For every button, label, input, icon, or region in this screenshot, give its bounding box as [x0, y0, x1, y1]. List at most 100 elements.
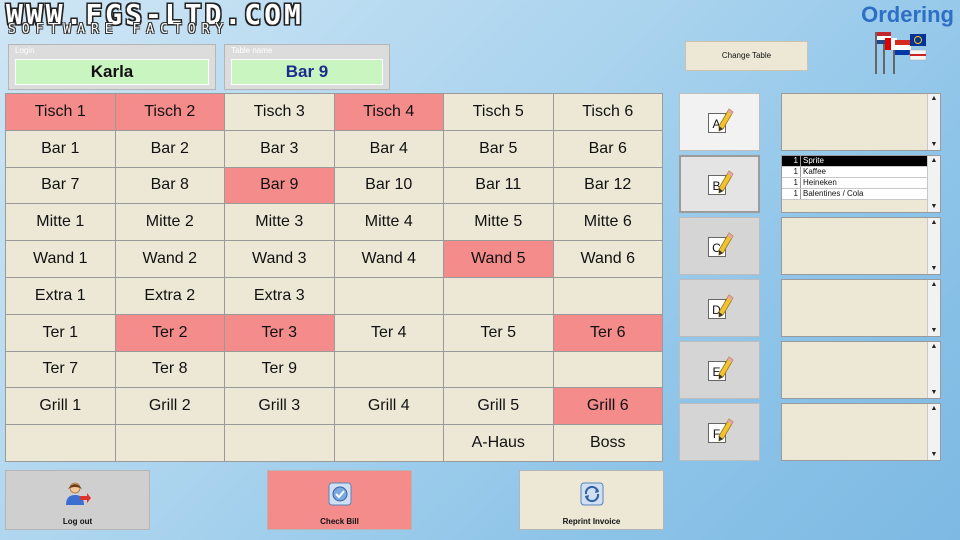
category-button-c[interactable]: C: [679, 217, 760, 275]
pencil-icon: [718, 232, 734, 256]
table-button[interactable]: Mitte 1: [6, 204, 115, 241]
scroll-up-icon[interactable]: ▲: [931, 218, 938, 228]
scrollbar[interactable]: ▲ ▼: [927, 280, 940, 336]
table-button[interactable]: Bar 3: [225, 130, 334, 167]
table-name-label: Table name: [231, 46, 273, 55]
table-button[interactable]: Bar 1: [6, 130, 115, 167]
table-button[interactable]: Boss: [553, 425, 662, 461]
table-button[interactable]: Wand 1: [6, 241, 115, 277]
scroll-down-icon[interactable]: ▼: [931, 264, 938, 274]
table-button[interactable]: Wand 5: [444, 241, 553, 277]
scrollbar[interactable]: ▲ ▼: [927, 342, 940, 398]
table-button[interactable]: Bar 7: [6, 167, 115, 204]
logout-button[interactable]: Log out: [5, 470, 150, 530]
table-button[interactable]: Extra 2: [115, 277, 224, 314]
scroll-up-icon[interactable]: ▲: [931, 156, 938, 166]
table-button[interactable]: Wand 2: [115, 241, 224, 277]
table-button[interactable]: Grill 3: [225, 388, 334, 425]
table-button[interactable]: Bar 8: [115, 167, 224, 204]
scrollbar[interactable]: ▲ ▼: [927, 94, 940, 150]
order-item[interactable]: 1 Balentines / Cola: [782, 189, 928, 200]
order-list-e[interactable]: ▲ ▼: [781, 341, 941, 399]
table-button[interactable]: Bar 10: [334, 167, 443, 204]
table-button[interactable]: Bar 9: [225, 167, 334, 204]
table-button[interactable]: Ter 5: [444, 314, 553, 351]
table-button[interactable]: Mitte 3: [225, 204, 334, 241]
logout-user-icon: [65, 482, 91, 505]
login-panel: Login Karla: [8, 44, 216, 90]
table-button[interactable]: Grill 6: [553, 388, 662, 425]
scroll-up-icon[interactable]: ▲: [931, 404, 938, 414]
table-button[interactable]: Ter 2: [115, 314, 224, 351]
login-field[interactable]: Karla: [15, 59, 209, 85]
empty-table-slot: [334, 351, 443, 388]
scroll-down-icon[interactable]: ▼: [931, 140, 938, 150]
table-button[interactable]: Ter 8: [115, 351, 224, 388]
order-list-f[interactable]: ▲ ▼: [781, 403, 941, 461]
table-name-field[interactable]: Bar 9: [231, 59, 383, 85]
table-button[interactable]: Ter 3: [225, 314, 334, 351]
table-button[interactable]: Grill 2: [115, 388, 224, 425]
table-button[interactable]: Ter 6: [553, 314, 662, 351]
table-button[interactable]: Bar 5: [444, 130, 553, 167]
scroll-up-icon[interactable]: ▲: [931, 94, 938, 104]
table-button[interactable]: Tisch 2: [115, 94, 224, 130]
table-button[interactable]: Mitte 5: [444, 204, 553, 241]
order-list-a[interactable]: ▲ ▼: [781, 93, 941, 151]
category-button-a[interactable]: A: [679, 93, 760, 151]
category-button-f[interactable]: F: [679, 403, 760, 461]
language-flags-icon[interactable]: [870, 28, 932, 76]
scroll-down-icon[interactable]: ▼: [931, 450, 938, 460]
order-list-b[interactable]: 1 Sprite 1 Kaffee 1 Heineken 1 Balentine…: [781, 155, 941, 213]
category-button-e[interactable]: E: [679, 341, 760, 399]
table-button[interactable]: Bar 11: [444, 167, 553, 204]
scroll-down-icon[interactable]: ▼: [931, 202, 938, 212]
table-button[interactable]: Mitte 4: [334, 204, 443, 241]
table-button[interactable]: A-Haus: [444, 425, 553, 461]
order-item[interactable]: 1 Heineken: [782, 178, 928, 189]
check-bill-button[interactable]: Check Bill: [267, 470, 412, 530]
table-button[interactable]: Mitte 2: [115, 204, 224, 241]
order-list-d[interactable]: ▲ ▼: [781, 279, 941, 337]
table-button[interactable]: Ter 1: [6, 314, 115, 351]
scrollbar[interactable]: ▲ ▼: [927, 218, 940, 274]
category-button-d[interactable]: D: [679, 279, 760, 337]
reprint-invoice-button[interactable]: Reprint Invoice: [519, 470, 664, 530]
order-item[interactable]: 1 Sprite: [782, 156, 928, 167]
table-button[interactable]: Mitte 6: [553, 204, 662, 241]
table-button[interactable]: Bar 12: [553, 167, 662, 204]
scrollbar[interactable]: ▲ ▼: [927, 156, 940, 212]
table-button[interactable]: Tisch 5: [444, 94, 553, 130]
category-button-b[interactable]: B: [679, 155, 760, 213]
table-button[interactable]: Tisch 4: [334, 94, 443, 130]
table-button[interactable]: Ter 4: [334, 314, 443, 351]
table-button[interactable]: Grill 1: [6, 388, 115, 425]
table-button[interactable]: Tisch 1: [6, 94, 115, 130]
change-table-button[interactable]: Change Table: [685, 41, 808, 71]
table-button[interactable]: Ter 9: [225, 351, 334, 388]
table-button[interactable]: Wand 6: [553, 241, 662, 277]
table-button[interactable]: Extra 1: [6, 277, 115, 314]
scroll-down-icon[interactable]: ▼: [931, 388, 938, 398]
table-button[interactable]: Grill 4: [334, 388, 443, 425]
table-button[interactable]: Bar 4: [334, 130, 443, 167]
scroll-down-icon[interactable]: ▼: [931, 326, 938, 336]
empty-table-slot: [334, 425, 443, 461]
pencil-note-icon: E: [705, 355, 735, 385]
table-button[interactable]: Tisch 3: [225, 94, 334, 130]
table-button[interactable]: Extra 3: [225, 277, 334, 314]
order-list-c[interactable]: ▲ ▼: [781, 217, 941, 275]
table-button[interactable]: Ter 7: [6, 351, 115, 388]
table-button[interactable]: Wand 3: [225, 241, 334, 277]
table-button[interactable]: Bar 2: [115, 130, 224, 167]
order-item-name: Sprite: [803, 156, 824, 165]
table-button[interactable]: Grill 5: [444, 388, 553, 425]
table-button[interactable]: Wand 4: [334, 241, 443, 277]
scrollbar[interactable]: ▲ ▼: [927, 404, 940, 460]
table-button[interactable]: Bar 6: [553, 130, 662, 167]
scroll-up-icon[interactable]: ▲: [931, 280, 938, 290]
table-button[interactable]: Tisch 6: [553, 94, 662, 130]
pencil-icon: [718, 294, 734, 318]
order-item[interactable]: 1 Kaffee: [782, 167, 928, 178]
scroll-up-icon[interactable]: ▲: [931, 342, 938, 352]
